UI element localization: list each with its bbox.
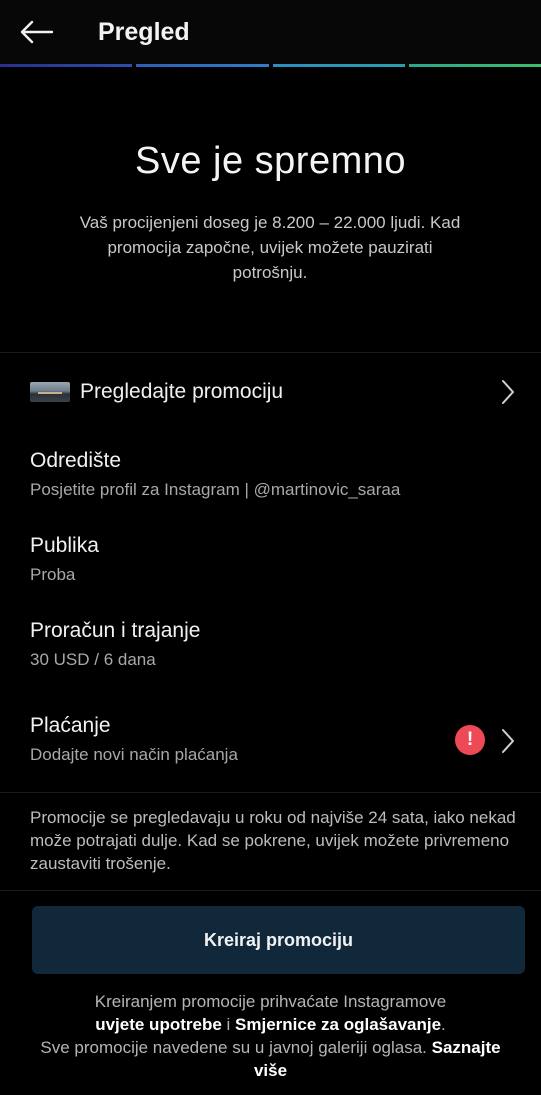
chevron-right-icon bbox=[502, 729, 514, 753]
reach-description: Vaš procijenjeni doseg je 8.200 – 22.000… bbox=[79, 213, 461, 282]
legal-period: . bbox=[441, 1015, 446, 1034]
audience-section[interactable]: Publika Proba bbox=[30, 532, 520, 588]
audience-value: Proba bbox=[30, 565, 76, 584]
progress-step-4 bbox=[408, 64, 541, 67]
progress-step-1 bbox=[0, 64, 133, 67]
budget-section[interactable]: Proračun i trajanje 30 USD / 6 dana bbox=[30, 617, 520, 673]
audience-title: Publika bbox=[30, 534, 99, 557]
payment-value: Dodajte novi način plaćanja bbox=[30, 745, 238, 764]
promotion-review-screen: Pregled Sve je spremno Vaš procijenjeni … bbox=[0, 0, 541, 1095]
legal-connector: i bbox=[226, 1015, 231, 1034]
hero-title: Sve je spremno bbox=[134, 140, 406, 182]
progress-step-3 bbox=[272, 64, 405, 67]
review-promotion-row[interactable]: Pregledajte promociju bbox=[0, 362, 541, 422]
legal-text: Kreiranjem promocije prihvaćate Instagra… bbox=[40, 990, 501, 1082]
advertising-guidelines-link[interactable]: Smjernice za oglašavanje bbox=[235, 1015, 441, 1034]
chevron-right-icon bbox=[502, 380, 514, 404]
create-promotion-button[interactable]: Kreiraj promociju bbox=[32, 906, 525, 974]
review-info-text: Promocije se pregledavaju u roku od najv… bbox=[30, 808, 516, 873]
back-button[interactable] bbox=[18, 4, 78, 60]
destination-section[interactable]: Odredište Posjetite profil za Instagram … bbox=[30, 447, 520, 503]
destination-value: Posjetite profil za Instagram | @martino… bbox=[30, 480, 401, 499]
progress-step-2 bbox=[136, 64, 269, 67]
legal-middle: Sve promocije navedene su u javnoj galer… bbox=[40, 1038, 427, 1057]
legal-prefix: Kreiranjem promocije prihvaćate Instagra… bbox=[94, 992, 447, 1011]
terms-of-use-link[interactable]: uvjete upotrebe bbox=[95, 1015, 222, 1034]
divider bbox=[0, 890, 541, 891]
review-promotion-label: Pregledajte promociju bbox=[80, 380, 284, 403]
page-title: Pregled bbox=[98, 17, 190, 46]
arrow-left-icon bbox=[20, 20, 54, 44]
budget-value: 30 USD / 6 dana bbox=[30, 650, 156, 669]
top-bar: Pregled bbox=[0, 0, 541, 64]
promotion-thumbnail bbox=[30, 382, 70, 402]
step-progress-bar bbox=[0, 64, 541, 68]
warning-icon: ! bbox=[455, 725, 485, 755]
payment-title: Plaćanje bbox=[30, 714, 111, 737]
payment-row[interactable]: Plaćanje Dodajte novi način plaćanja ! bbox=[0, 712, 541, 772]
divider bbox=[0, 352, 541, 353]
destination-title: Odredište bbox=[30, 449, 122, 472]
divider bbox=[0, 792, 541, 793]
budget-title: Proračun i trajanje bbox=[30, 619, 201, 642]
payment-section: Plaćanje Dodajte novi način plaćanja bbox=[30, 712, 520, 768]
